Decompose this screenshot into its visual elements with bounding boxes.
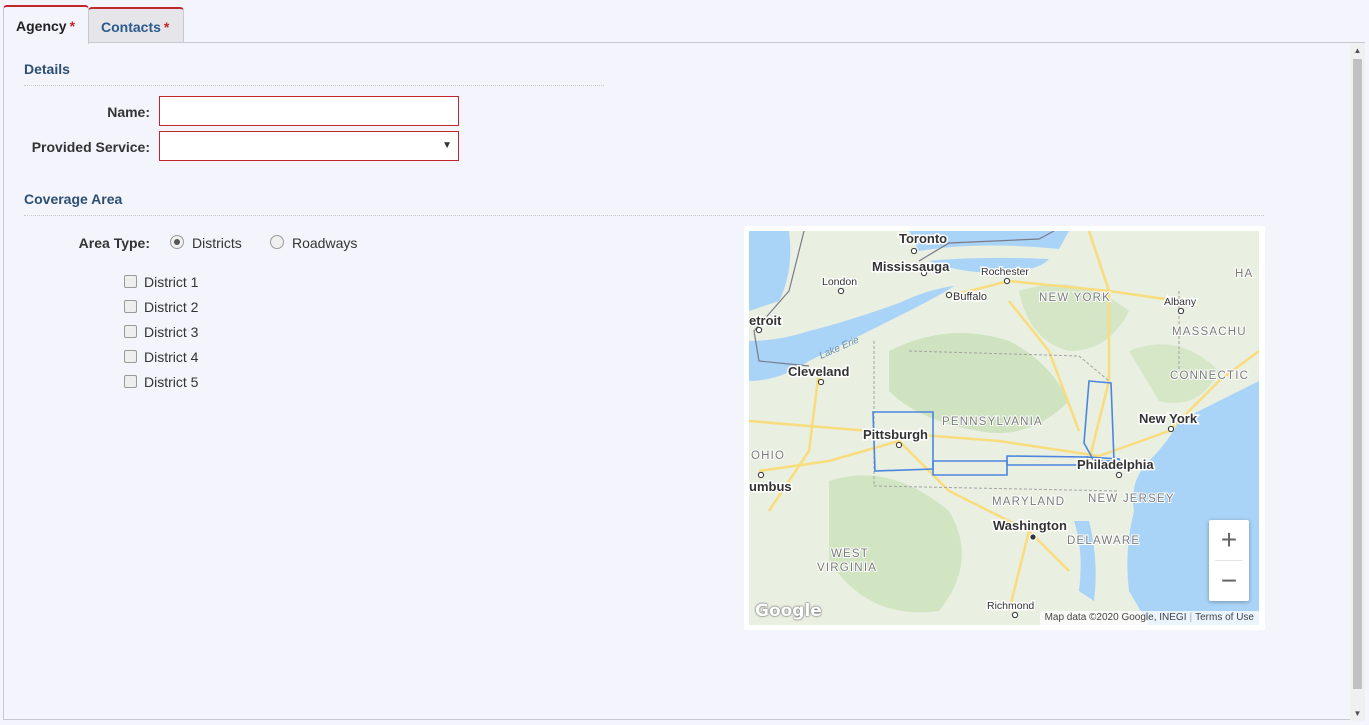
- zoom-out-button[interactable]: −: [1209, 561, 1249, 601]
- map-attribution: Map data ©2020 Google, INEGI: [1044, 612, 1187, 623]
- district-3-label[interactable]: District 3: [144, 324, 198, 340]
- city-marker: [1003, 277, 1011, 285]
- city-marker: [1029, 533, 1037, 541]
- google-logo: Google: [755, 601, 822, 621]
- details-divider: [24, 85, 604, 86]
- map-label-albany: Albany: [1164, 296, 1197, 308]
- city-marker: [1177, 307, 1185, 315]
- scroll-thumb[interactable]: [1353, 59, 1362, 689]
- map-label-detroit: etroit: [749, 313, 782, 328]
- checkbox-district-4[interactable]: [124, 350, 137, 363]
- zoom-in-button[interactable]: +: [1209, 520, 1249, 560]
- city-marker: [757, 471, 765, 479]
- coverage-map-frame: Toronto Mississauga Rochester London Buf…: [744, 226, 1265, 630]
- coverage-divider: [24, 215, 1264, 216]
- map-label-richmond: Richmond: [987, 600, 1034, 612]
- checkbox-district-3[interactable]: [124, 325, 137, 338]
- map-label-pennsylvania: PENNSYLVANIA: [942, 416, 1043, 428]
- tab-agency[interactable]: Agency *: [3, 5, 89, 44]
- map-label-rochester: Rochester: [981, 266, 1029, 278]
- tab-bar: Agency * Contacts *: [0, 0, 1369, 44]
- map-label-columbus: umbus: [749, 479, 792, 494]
- tab-contacts[interactable]: Contacts *: [88, 7, 184, 43]
- city-marker: [910, 247, 918, 255]
- vertical-scrollbar[interactable]: ▲ ▼: [1350, 43, 1365, 721]
- scroll-down-icon[interactable]: ▼: [1350, 706, 1365, 721]
- tab-agency-label: Agency: [16, 18, 67, 34]
- city-marker: [945, 291, 953, 299]
- area-type-label: Area Type:: [78, 235, 150, 251]
- district-1-label[interactable]: District 1: [144, 274, 198, 290]
- tab-contacts-label: Contacts: [101, 19, 161, 35]
- map-label-massachusetts: MASSACHU: [1172, 326, 1247, 338]
- city-marker: [817, 378, 825, 386]
- terms-of-use-link[interactable]: Terms of Use: [1195, 612, 1254, 623]
- district-2-label[interactable]: District 2: [144, 299, 198, 315]
- coverage-map[interactable]: Toronto Mississauga Rochester London Buf…: [749, 231, 1259, 625]
- provided-service-label: Provided Service:: [31, 139, 150, 155]
- zoom-control: + −: [1209, 520, 1249, 601]
- radio-districts-label[interactable]: Districts: [192, 235, 242, 251]
- city-marker: [837, 287, 845, 295]
- map-label-cleveland: Cleveland: [788, 364, 849, 379]
- checkbox-district-1[interactable]: [124, 275, 137, 288]
- name-label: Name:: [107, 104, 150, 120]
- radio-districts[interactable]: [170, 235, 184, 249]
- map-label-new-york-city: New York: [1139, 411, 1198, 426]
- map-label-maryland: MARYLAND: [992, 496, 1065, 508]
- agency-panel: Details Name: Provided Service: ▼ Covera…: [3, 42, 1365, 720]
- map-label-connecticut: CONNECTIC: [1170, 370, 1249, 382]
- map-canvas[interactable]: Toronto Mississauga Rochester London Buf…: [749, 231, 1259, 625]
- map-label-philadelphia: Philadelphia: [1077, 457, 1154, 472]
- map-label-ohio: OHIO: [751, 450, 785, 462]
- map-label-buffalo: Buffalo: [953, 291, 987, 303]
- required-marker: *: [69, 18, 76, 34]
- details-section-title: Details: [24, 61, 70, 77]
- chevron-down-icon: ▼: [442, 140, 452, 151]
- coverage-section-title: Coverage Area: [24, 191, 123, 207]
- map-label-delaware: DELAWARE: [1067, 535, 1140, 547]
- city-marker: [895, 441, 903, 449]
- map-label-mississauga: Mississauga: [872, 259, 950, 274]
- map-label-west-virginia-2: VIRGINIA: [817, 562, 877, 574]
- map-label-west-virginia-1: WEST: [831, 548, 869, 560]
- map-label-ha: HA: [1235, 268, 1253, 280]
- map-attribution-bar: Map data ©2020 Google, INEGI | Terms of Us…: [1039, 611, 1259, 625]
- district-4-label[interactable]: District 4: [144, 349, 198, 365]
- name-input[interactable]: [160, 97, 458, 125]
- city-marker: [1167, 425, 1175, 433]
- radio-roadways[interactable]: [270, 235, 284, 249]
- checkbox-district-5[interactable]: [124, 375, 137, 388]
- required-marker: *: [163, 19, 170, 35]
- map-label-london: London: [822, 276, 857, 288]
- scroll-up-icon[interactable]: ▲: [1350, 43, 1365, 58]
- checkbox-district-2[interactable]: [124, 300, 137, 313]
- district-5-label[interactable]: District 5: [144, 374, 198, 390]
- map-label-new-york-state: NEW YORK: [1039, 292, 1111, 304]
- city-marker: [755, 326, 763, 334]
- city-marker: [1115, 471, 1123, 479]
- map-label-washington: Washington: [993, 518, 1067, 533]
- name-field[interactable]: [159, 96, 459, 126]
- radio-roadways-label[interactable]: Roadways: [292, 235, 357, 251]
- map-label-pittsburgh: Pittsburgh: [863, 427, 928, 442]
- provided-service-select[interactable]: ▼: [159, 131, 459, 161]
- map-label-new-jersey: NEW JERSEY: [1088, 493, 1175, 505]
- city-marker: [1011, 611, 1019, 619]
- map-label-toronto: Toronto: [899, 231, 947, 246]
